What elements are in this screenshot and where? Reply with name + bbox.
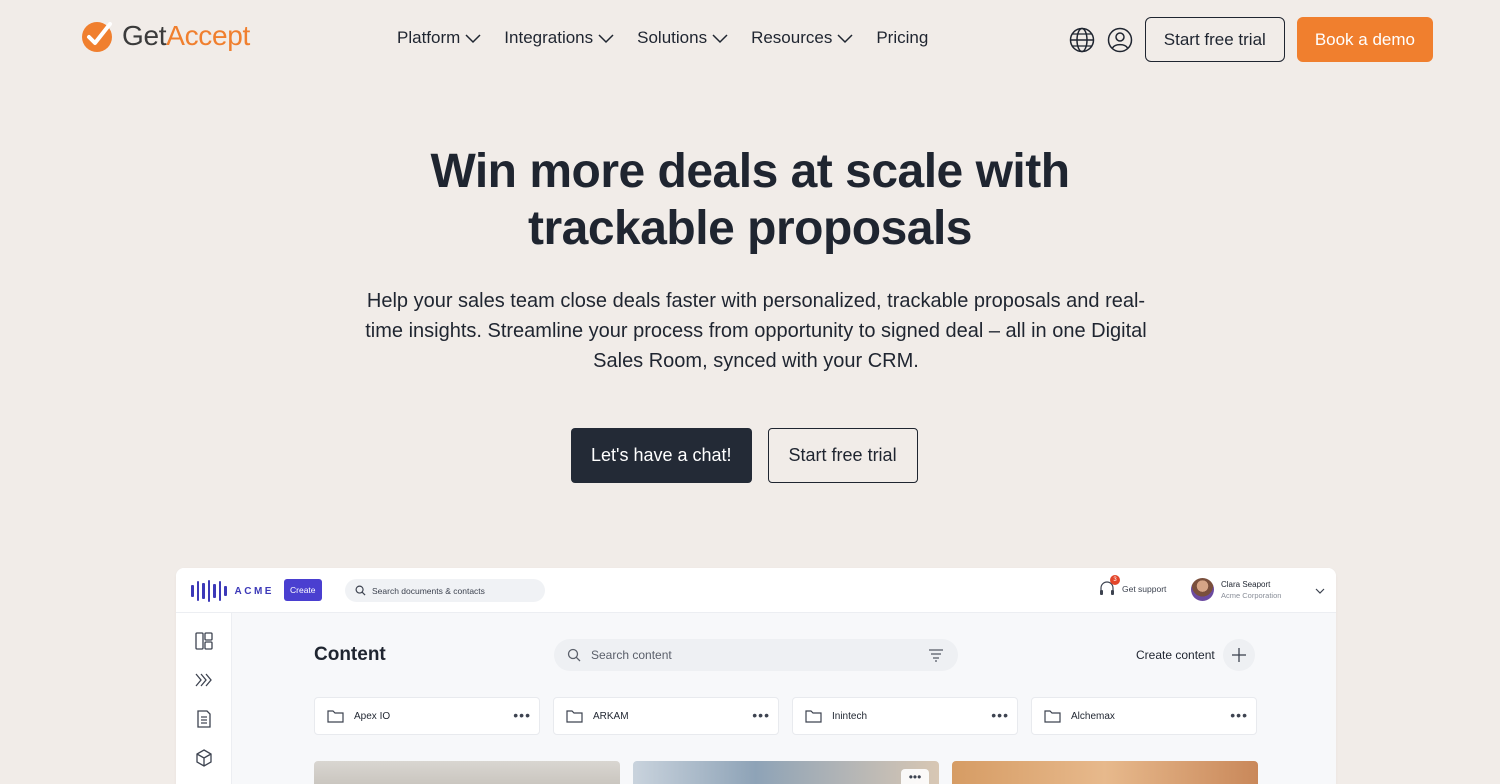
main-nav: Platform Integrations Solutions Resource…	[397, 28, 928, 48]
folder-name: ARKAM	[593, 710, 629, 722]
nav-item-integrations[interactable]: Integrations	[504, 28, 615, 48]
user-menu[interactable]: Clara Seaport Acme Corporation	[1191, 578, 1281, 601]
folder-icon	[1044, 710, 1061, 723]
more-options-icon[interactable]: •••	[752, 708, 770, 722]
more-options-icon[interactable]: •••	[513, 708, 531, 722]
app-sidebar	[176, 613, 232, 784]
nav-item-platform[interactable]: Platform	[397, 28, 482, 48]
hero-subtitle: Help your sales team close deals faster …	[365, 290, 1147, 372]
content-search-input[interactable]: Search content	[554, 639, 958, 671]
more-options-icon[interactable]: •••	[901, 769, 929, 784]
headset-icon: 3	[1098, 575, 1120, 598]
folder-item[interactable]: Alchemax •••	[1031, 697, 1257, 735]
hero-cta-row: Let's have a chat! Start free trial	[571, 428, 918, 483]
header-actions: Start free trial Book a demo	[1069, 17, 1433, 62]
chat-button[interactable]: Let's have a chat!	[571, 428, 752, 483]
hero-title-line2: trackable proposals	[527, 202, 973, 255]
support-label: Get support	[1122, 584, 1167, 594]
user-name: Clara Seaport	[1221, 579, 1271, 589]
box-icon[interactable]	[194, 748, 214, 768]
start-free-trial-button[interactable]: Start free trial	[1144, 17, 1285, 62]
folder-item[interactable]: Inintech •••	[792, 697, 1018, 735]
nav-item-resources[interactable]: Resources	[751, 28, 854, 48]
site-header: GetAccept Platform Integrations Solution…	[0, 0, 1500, 80]
logo-wordmark: GetAccept	[122, 20, 251, 51]
folder-list: Apex IO ••• ARKAM ••• Inintech ••• Alche…	[314, 697, 1257, 735]
filter-icon[interactable]	[928, 648, 944, 662]
document-icon[interactable]	[194, 709, 214, 729]
acme-wordmark: ACME	[234, 585, 274, 597]
search-icon	[355, 585, 366, 596]
folder-icon	[327, 710, 344, 723]
folder-name: Inintech	[832, 710, 868, 722]
hero-title: Win more deals at scale with trackable p…	[0, 143, 1500, 257]
app-preview: ACME Create Search documents & contacts …	[176, 568, 1336, 784]
page-title: Content	[314, 644, 386, 665]
content-card-image[interactable]	[314, 761, 620, 784]
folder-name: Alchemax	[1071, 710, 1115, 722]
plus-icon	[1222, 639, 1255, 671]
user-icon[interactable]	[1107, 27, 1133, 53]
global-search-input[interactable]: Search documents & contacts	[345, 579, 545, 602]
chevron-down-icon	[837, 34, 853, 44]
create-content-button[interactable]: Create content	[1136, 639, 1255, 671]
chevron-down-icon	[465, 34, 481, 44]
folder-name: Apex IO	[354, 710, 391, 722]
nav-item-solutions[interactable]: Solutions	[637, 28, 729, 48]
folder-item[interactable]: ARKAM •••	[553, 697, 779, 735]
avatar	[1191, 578, 1214, 601]
getaccept-logo[interactable]: GetAccept	[80, 18, 250, 54]
more-options-icon[interactable]: •••	[991, 708, 1009, 722]
folder-icon	[566, 710, 583, 723]
nav-label: Platform	[397, 28, 461, 47]
content-search-placeholder: Search content	[591, 648, 672, 662]
chevron-down-icon	[598, 34, 614, 44]
nav-label: Integrations	[504, 28, 594, 47]
nav-label: Solutions	[637, 28, 708, 47]
support-badge: 3	[1110, 575, 1120, 585]
globe-icon[interactable]	[1069, 27, 1095, 53]
folder-icon	[805, 710, 822, 723]
global-search-placeholder: Search documents & contacts	[372, 585, 485, 596]
create-button[interactable]: Create	[284, 579, 322, 601]
get-support-button[interactable]: 3 Get support	[1098, 575, 1167, 598]
app-topbar: ACME Create Search documents & contacts …	[176, 568, 1336, 613]
user-org: Acme Corporation	[1221, 590, 1282, 600]
chevron-down-icon[interactable]	[1314, 585, 1326, 597]
search-icon	[567, 648, 581, 662]
hero-start-trial-button[interactable]: Start free trial	[767, 428, 918, 483]
checkmark-logo-icon	[82, 22, 112, 52]
folder-item[interactable]: Apex IO •••	[314, 697, 540, 735]
content-card-image[interactable]	[952, 761, 1258, 784]
chevron-down-icon	[712, 34, 728, 44]
content-card-image[interactable]: •••	[633, 761, 939, 784]
nav-item-pricing[interactable]: Pricing	[876, 28, 928, 48]
nav-label: Pricing	[876, 28, 929, 47]
more-options-icon[interactable]: •••	[1230, 708, 1248, 722]
nav-label: Resources	[751, 28, 833, 47]
acme-logo-bars	[191, 580, 227, 602]
content-thumbnails: •••	[314, 761, 1258, 784]
dashboard-icon[interactable]	[194, 631, 214, 651]
acme-logo: ACME	[191, 580, 274, 602]
hero-title-line1: Win more deals at scale with	[430, 145, 1070, 198]
book-demo-button[interactable]: Book a demo	[1296, 17, 1433, 62]
create-content-label: Create content	[1136, 648, 1215, 662]
pipeline-icon[interactable]	[194, 670, 214, 690]
